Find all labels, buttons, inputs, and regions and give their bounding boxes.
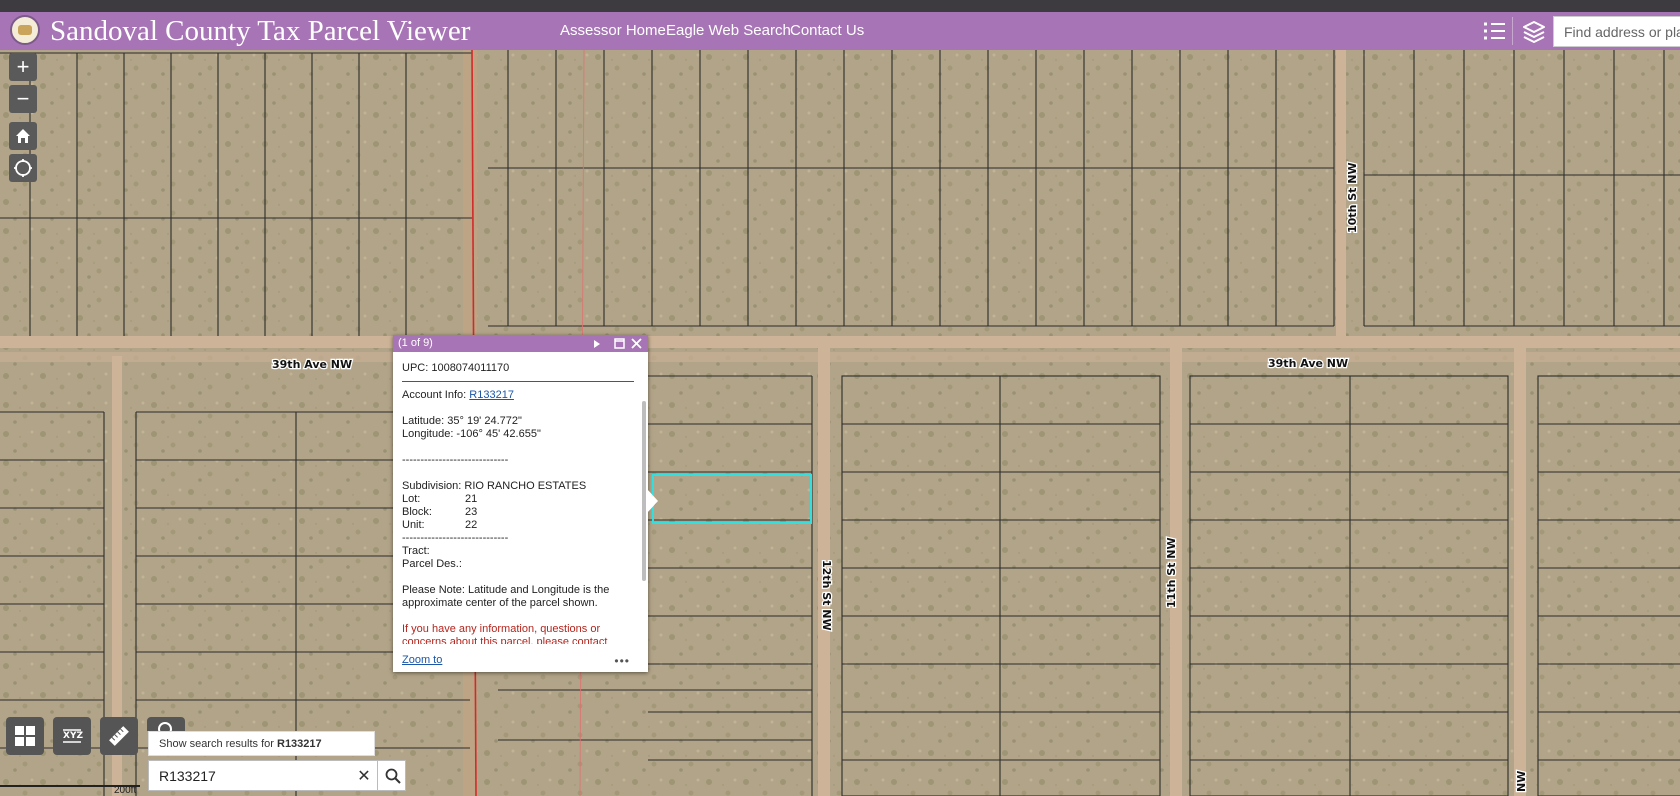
street-label-10th-st: 10th St NW <box>1346 162 1359 233</box>
suggestion-prefix: Show search results for <box>159 738 277 750</box>
parcel-search-bar[interactable]: ✕ <box>148 760 406 791</box>
unit-value: 22 <box>465 519 478 531</box>
more-options-icon[interactable]: ••• <box>614 654 630 668</box>
next-feature-icon[interactable] <box>592 339 602 349</box>
street-label-39th-ave-west: 39th Ave NW <box>272 358 352 371</box>
dash-separator-2: ----------------------------- <box>402 532 509 544</box>
parcel-popup: (1 of 9) UPC: 1008074011170 Account Info… <box>393 335 648 672</box>
terrain <box>0 50 1680 796</box>
ruler-icon <box>109 726 129 746</box>
browser-top-strip <box>0 0 1680 12</box>
zoom-to-link[interactable]: Zoom to <box>402 654 442 666</box>
lot-row: Lot: 21 <box>402 493 634 506</box>
unit-label: Unit: <box>402 519 425 531</box>
parcel-des-text: Parcel Des.: <box>402 558 462 570</box>
unit-row: Unit: 22 <box>402 519 634 532</box>
suggestion-term: R133217 <box>277 738 322 750</box>
coordinate-button[interactable]: XYZ <box>53 717 91 755</box>
basemap-gallery-button[interactable] <box>6 717 44 755</box>
dash-separator-1: ----------------------------- <box>402 454 509 466</box>
lot-value: 21 <box>465 493 478 505</box>
zoom-out-button[interactable]: − <box>9 85 37 113</box>
xyz-icon: XYZ <box>63 729 83 743</box>
parcel-search-input[interactable] <box>149 761 349 790</box>
block-row: Block: 23 <box>402 506 634 519</box>
search-suggestion[interactable]: Show search results for R133217 <box>148 731 375 756</box>
address-search-input[interactable] <box>1554 17 1680 46</box>
clear-search-icon[interactable]: ✕ <box>353 761 375 790</box>
home-button[interactable] <box>9 122 37 150</box>
search-tool-icon <box>158 722 172 731</box>
zoom-in-button[interactable]: + <box>9 53 37 81</box>
header-divider <box>1512 17 1513 45</box>
account-label: Account Info: <box>402 389 467 401</box>
grid-icon <box>15 726 35 746</box>
home-icon <box>16 129 30 143</box>
aerial-map[interactable]: 39th Ave NW 39th Ave NW 10th St NW 12th … <box>0 50 1680 796</box>
subdivision-text: Subdivision: RIO RANCHO ESTATES <box>402 480 587 492</box>
account-info: Account Info: R133217 <box>402 389 634 402</box>
layers-icon[interactable] <box>1519 16 1549 46</box>
scale-label: 200ft <box>114 785 137 796</box>
address-search-box[interactable] <box>1553 16 1680 47</box>
app-title: Sandoval County Tax Parcel Viewer <box>50 15 471 47</box>
maximize-icon[interactable] <box>614 338 625 349</box>
search-submit-button[interactable] <box>377 761 407 790</box>
upc-text: UPC: 1008074011170 <box>402 362 510 374</box>
popup-counter: (1 of 9) <box>398 337 433 349</box>
block-label: Block: <box>402 506 432 518</box>
nav-eagle-web-search[interactable]: Eagle Web Search <box>666 22 791 39</box>
popup-scrollbar[interactable] <box>642 401 646 581</box>
search-tool-button[interactable] <box>147 717 185 731</box>
popup-content: UPC: 1008074011170 Account Info: R133217… <box>402 362 634 644</box>
locate-button[interactable] <box>9 154 37 182</box>
locate-icon <box>14 159 32 177</box>
block-value: 23 <box>465 506 478 518</box>
lot-label: Lot: <box>402 493 421 505</box>
legend-list-icon[interactable] <box>1480 16 1510 46</box>
account-link[interactable]: R133217 <box>469 389 514 401</box>
svg-text:XYZ: XYZ <box>63 731 83 741</box>
street-label-12th-st: 12th St NW <box>820 560 833 631</box>
county-seal-logo <box>10 15 40 45</box>
nav-assessor-home[interactable]: Assessor Home <box>560 22 666 39</box>
contact-text: If you have any information, questions o… <box>402 623 608 644</box>
longitude-text: Longitude: -106° 45' 42.655" <box>402 428 541 440</box>
search-icon <box>385 768 401 784</box>
street-label-nw: NW <box>1515 771 1528 792</box>
tract-text: Tract: <box>402 545 430 557</box>
street-label-39th-ave-east: 39th Ave NW <box>1268 357 1348 370</box>
app-header: Sandoval County Tax Parcel Viewer Assess… <box>0 12 1680 50</box>
note-text: Please Note: Latitude and Longitude is t… <box>402 584 610 609</box>
measure-button[interactable] <box>100 717 138 755</box>
popup-divider <box>402 381 634 382</box>
nav-contact-us[interactable]: Contact Us <box>790 22 864 39</box>
latitude-text: Latitude: 35° 19' 24.772" <box>402 415 522 427</box>
street-label-11th-st: 11th St NW <box>1165 537 1178 608</box>
popup-header: (1 of 9) <box>393 335 648 352</box>
popup-pointer <box>647 489 658 513</box>
close-icon[interactable] <box>631 338 642 349</box>
